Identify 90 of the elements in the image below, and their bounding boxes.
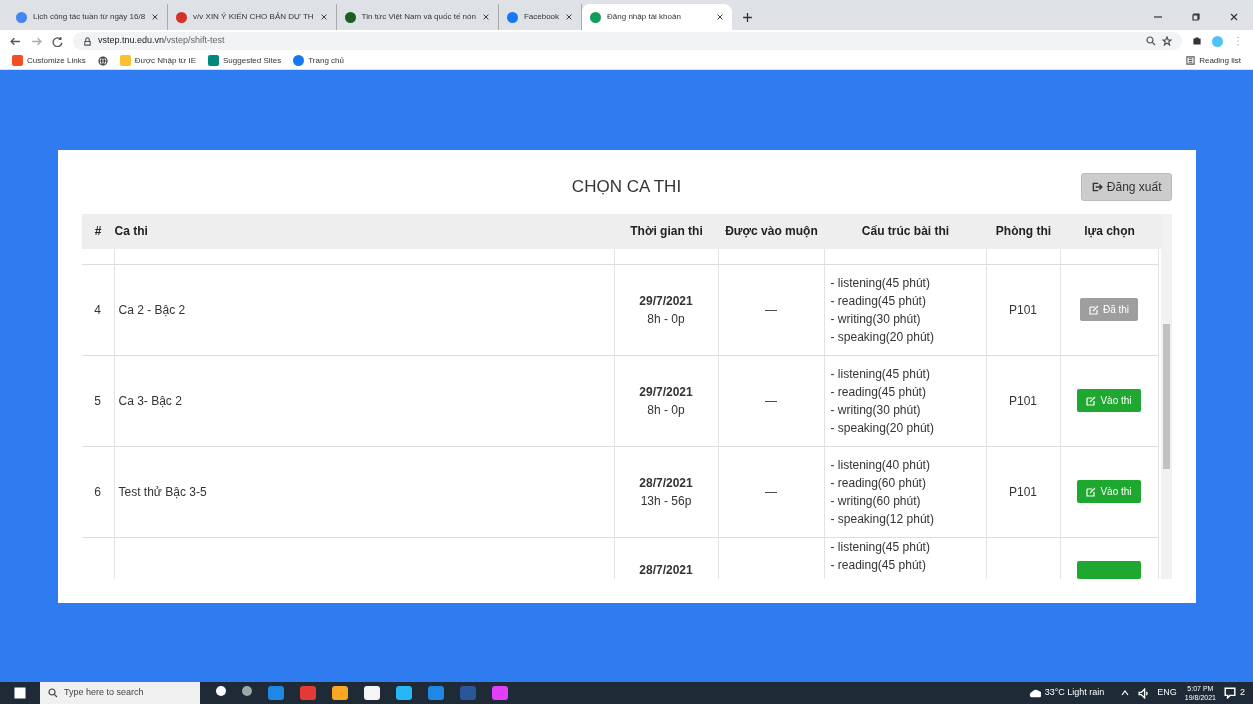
exam-date: 28/7/2021 <box>639 561 693 579</box>
tab-favicon-icon <box>590 11 602 23</box>
globe-icon[interactable] <box>97 55 108 66</box>
close-icon[interactable] <box>151 13 160 21</box>
table-cell: P101 <box>986 355 1061 447</box>
exam-time: 8h - 0p <box>647 401 685 419</box>
column-header: Cấu trúc bài thi <box>860 223 951 240</box>
structure-item: - reading(45 phút) <box>830 383 926 401</box>
bookmark-link[interactable]: Trang chủ <box>293 54 344 67</box>
table-cell: — <box>718 264 825 356</box>
cortana-icon[interactable] <box>216 686 226 696</box>
column-header: Được vào muộn <box>724 223 819 240</box>
cloud-icon <box>1028 687 1041 699</box>
logout-button[interactable]: Đăng xuất <box>1080 172 1172 201</box>
close-icon[interactable] <box>1229 12 1239 22</box>
speaker-icon[interactable] <box>1138 687 1150 699</box>
table-cell: — <box>718 446 825 538</box>
table-cell: P101 <box>986 446 1061 538</box>
exam-time: 13h - 56p <box>640 492 692 510</box>
column-header: Ca thi <box>114 223 149 240</box>
exam-button[interactable] <box>1077 560 1141 579</box>
page-title: CHỌN CA THI <box>571 176 682 198</box>
bookmark-link[interactable]: Customize Links <box>12 54 86 67</box>
structure-item: - listening(45 phút) <box>830 538 930 556</box>
structure-item: - reading(60 phút) <box>830 474 926 492</box>
back-arrow-icon[interactable] <box>10 35 21 47</box>
tab-favicon-icon <box>16 11 27 23</box>
bookmark-icon <box>293 55 305 66</box>
column-header: # <box>93 223 103 240</box>
close-icon[interactable] <box>716 13 725 21</box>
browser-tab[interactable]: Đăng nhập tài khoản <box>582 4 733 30</box>
edit-icon <box>1086 486 1097 497</box>
structure-item: - writing(30 phút) <box>830 310 921 328</box>
weather-text: 33°C Light rain <box>1044 686 1105 700</box>
restore-icon[interactable] <box>1191 12 1201 22</box>
windows-start-icon[interactable] <box>14 687 26 699</box>
structure-item: - listening(45 phút) <box>830 365 930 383</box>
table-cell: Ca 3- Bậc 2 <box>114 355 615 447</box>
structure-item: - listening(40 phút) <box>830 456 930 474</box>
language-indicator[interactable]: ENG <box>1157 686 1177 700</box>
table-cell: 4 <box>81 264 115 356</box>
exam-date: 29/7/2021 <box>639 292 693 310</box>
table-cell: 5 <box>81 355 115 447</box>
search-icon <box>48 688 58 698</box>
column-header: Thời gian thi <box>629 223 704 240</box>
column-header: lựa chọn <box>1083 223 1136 240</box>
close-icon[interactable] <box>565 13 574 21</box>
bookmark-icon <box>119 55 131 66</box>
reading-list-button[interactable]: Reading list <box>1186 54 1241 67</box>
structure-item: - reading(45 phút) <box>830 556 926 574</box>
reload-icon[interactable] <box>52 35 63 47</box>
structure-item: - reading(45 phút) <box>830 292 926 310</box>
table-cell: 6 <box>81 446 115 538</box>
url-text: vstep.tnu.edu.vn/vstep/shift-test <box>98 34 225 48</box>
tab-favicon-icon <box>506 11 518 23</box>
bookmark-icon <box>12 55 23 66</box>
chevron-up-icon[interactable] <box>1120 688 1131 698</box>
exam-date: 28/7/2021 <box>639 474 693 492</box>
structure-item: - writing(30 phút) <box>830 401 921 419</box>
table-cell: — <box>718 355 825 447</box>
structure-item: - listening(45 phút) <box>830 274 930 292</box>
new-tab-icon[interactable] <box>742 12 754 23</box>
structure-item: - speaking(12 phút) <box>830 510 934 528</box>
structure-item: - writing(60 phút) <box>830 492 921 510</box>
exam-date: 29/7/2021 <box>639 383 693 401</box>
taskbar-search-field[interactable]: Type here to search <box>40 682 200 704</box>
tab-favicon-icon <box>176 11 188 23</box>
exam-time: 8h - 0p <box>647 310 685 328</box>
logout-icon <box>1090 180 1103 193</box>
close-icon[interactable] <box>319 13 328 21</box>
notification-icon[interactable] <box>1224 687 1236 699</box>
bookmark-icon <box>208 55 219 66</box>
lock-icon <box>83 36 92 46</box>
close-icon[interactable] <box>481 13 490 21</box>
edit-icon <box>1088 304 1099 315</box>
bookmark-link[interactable]: Được Nhập từ IE <box>119 54 196 67</box>
column-header: Phòng thi <box>994 223 1053 240</box>
tab-favicon-icon <box>344 11 356 23</box>
table-cell: Ca 2 - Bậc 2 <box>114 264 615 356</box>
bookmark-link[interactable]: Suggested Sites <box>208 54 282 67</box>
star-icon[interactable] <box>1162 36 1172 46</box>
notification-count: 2 <box>1240 686 1245 700</box>
table-cell: Test thử Bậc 3-5 <box>114 446 615 538</box>
table-cell: P101 <box>986 264 1061 356</box>
zoom-icon[interactable] <box>1146 36 1156 46</box>
edit-icon <box>1086 395 1097 406</box>
address-bar[interactable]: vstep.tnu.edu.vn/vstep/shift-test <box>73 32 1182 50</box>
structure-item: - speaking(20 phút) <box>830 328 934 346</box>
structure-item: - speaking(20 phút) <box>830 419 934 437</box>
list-icon <box>1186 56 1196 65</box>
